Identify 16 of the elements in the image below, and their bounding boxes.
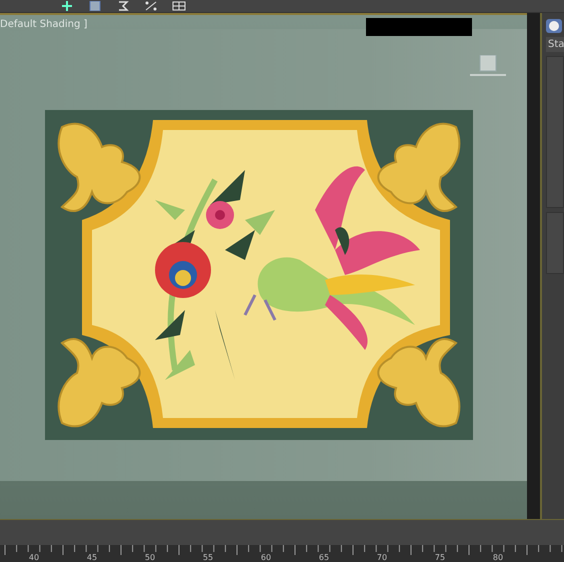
ruler-label: 40 — [28, 554, 40, 562]
move-icon[interactable] — [60, 1, 74, 11]
ruler-label: 45 — [86, 554, 98, 562]
ruler-label: 65 — [318, 554, 330, 562]
sphere-button[interactable] — [546, 19, 562, 33]
table-icon[interactable] — [172, 1, 186, 11]
select-icon[interactable] — [88, 1, 102, 11]
panel-tab[interactable]: Sta — [546, 37, 564, 52]
ruler-label: 70 — [376, 554, 388, 562]
snap-icon[interactable] — [116, 1, 130, 11]
ruler-label: 75 — [434, 554, 446, 562]
ruler-label: 55 — [202, 554, 214, 562]
percent-snap-icon[interactable] — [144, 1, 158, 11]
ruler-label: 80 — [492, 554, 504, 562]
ruler-label: 60 — [260, 554, 272, 562]
ruler-label: 50 — [144, 554, 156, 562]
